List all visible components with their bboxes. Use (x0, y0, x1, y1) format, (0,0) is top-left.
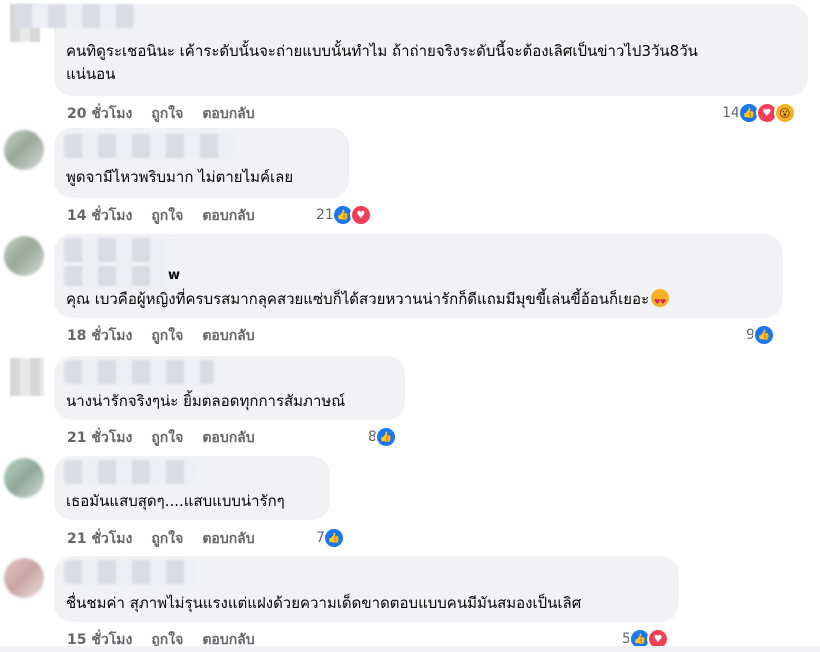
like-icon: 👍 (322, 527, 345, 549)
commenter-name-blurred[interactable] (14, 4, 134, 28)
comment-timestamp[interactable]: 20 ชั่วโมง (67, 103, 132, 125)
comment-text: คุณ เบวคือผู้หญิงที่ครบรสมากลุคสวยแซ่บก็… (66, 286, 670, 314)
like-link[interactable]: ถูกใจ (151, 528, 183, 550)
love-icon: ♥ (349, 204, 372, 226)
reply-link[interactable]: ตอบกลับ (202, 528, 254, 550)
reaction-summary[interactable]: 14 👍 ♥ 😮 (722, 102, 796, 124)
comment-text: พูดจามีไหวพริบมาก ไม่ตายไมค์เลย (66, 168, 294, 186)
avatar[interactable] (4, 130, 44, 170)
reaction-summary[interactable]: 21 👍 ♥ (316, 204, 372, 226)
commenter-name-tail[interactable]: w (168, 264, 180, 287)
comment-text: ชื่นชมค่า สุภาพไม่รุนแรงแต่แฝงด้วยความเด… (66, 594, 582, 612)
wow-icon: 😮 (773, 102, 796, 124)
comment-bubble: ชื่นชมค่า สุภาพไม่รุนแรงแต่แฝงด้วยความเด… (54, 556, 679, 622)
avatar[interactable] (4, 458, 44, 498)
comment-text: นางน่ารักจริงๆน่ะ ยิ้มตลอดทุกการสัมภาษณ์ (66, 392, 346, 410)
like-icon: 👍 (752, 324, 775, 346)
comment-actions: 20 ชั่วโมง ถูกใจ ตอบกลับ (67, 103, 255, 125)
commenter-name-blurred[interactable] (64, 560, 194, 584)
like-link[interactable]: ถูกใจ (151, 427, 183, 449)
heart-eyes-emoji-icon (651, 289, 670, 314)
comment-bubble: เธอมันแสบสุดๆ....แสบแบบน่ารักๆ (54, 456, 330, 520)
comment-timestamp[interactable]: 21 ชั่วโมง (67, 528, 132, 550)
commenter-name-blurred[interactable] (64, 266, 164, 286)
like-icon: 👍 (374, 426, 397, 448)
comment-actions: 18 ชั่วโมง ถูกใจ ตอบกลับ (67, 325, 255, 347)
comment-timestamp[interactable]: 18 ชั่วโมง (67, 325, 132, 347)
reaction-summary[interactable]: 7 👍 (316, 527, 345, 549)
comment-actions: 21 ชั่วโมง ถูกใจ ตอบกลับ (67, 528, 255, 550)
comment-text: เธอมันแสบสุดๆ....แสบแบบน่ารักๆ (66, 492, 285, 510)
comment-actions: 21 ชั่วโมง ถูกใจ ตอบกลับ (67, 427, 255, 449)
commenter-name-blurred[interactable] (64, 238, 164, 262)
commenter-name-blurred[interactable] (64, 460, 194, 484)
reply-link[interactable]: ตอบกลับ (202, 427, 254, 449)
like-link[interactable]: ถูกใจ (151, 103, 183, 125)
reply-link[interactable]: ตอบกลับ (202, 103, 254, 125)
reply-link[interactable]: ตอบกลับ (202, 325, 254, 347)
avatar[interactable] (4, 558, 44, 598)
like-link[interactable]: ถูกใจ (151, 205, 183, 227)
like-link[interactable]: ถูกใจ (151, 325, 183, 347)
comment-timestamp[interactable]: 14 ชั่วโมง (67, 205, 132, 227)
comment-bubble: พูดจามีไหวพริบมาก ไม่ตายไมค์เลย (54, 128, 349, 198)
reaction-summary[interactable]: 8 👍 (368, 426, 397, 448)
comment-text: คนทิดูระเชอนินะ เค้าระดับนั้นจะถ่ายแบบนั… (66, 42, 698, 83)
bottom-divider (0, 646, 820, 652)
comment-actions: 14 ชั่วโมง ถูกใจ ตอบกลับ (67, 205, 255, 227)
comment-bubble: w คุณ เบวคือผู้หญิงที่ครบรสมากลุคสวยแซ่บ… (54, 234, 783, 318)
comment-bubble: นางน่ารักจริงๆน่ะ ยิ้มตลอดทุกการสัมภาษณ์ (54, 356, 405, 420)
comment-timestamp[interactable]: 21 ชั่วโมง (67, 427, 132, 449)
avatar[interactable] (4, 236, 44, 276)
commenter-name-blurred[interactable] (64, 360, 214, 384)
commenter-name-blurred[interactable] (64, 134, 234, 158)
reaction-summary[interactable]: 9 👍 (746, 324, 775, 346)
comment-bubble: คนทิดูระเชอนินะ เค้าระดับนั้นจะถ่ายแบบนั… (14, 4, 808, 96)
avatar[interactable] (10, 358, 44, 396)
reply-link[interactable]: ตอบกลับ (202, 205, 254, 227)
